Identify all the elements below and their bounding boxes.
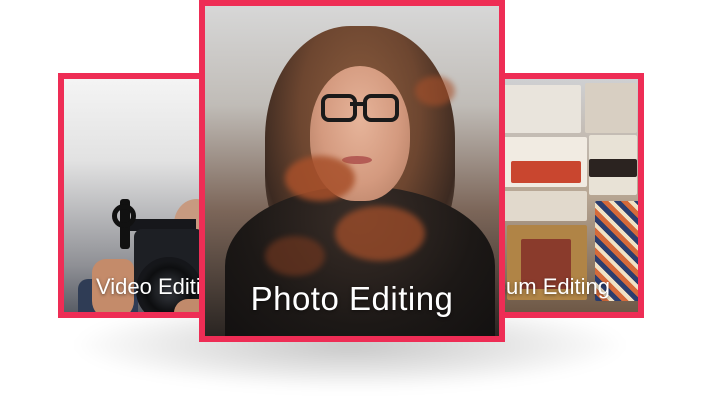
card-album-editing[interactable]: Album Editing — [497, 73, 644, 318]
camera-mic — [112, 204, 136, 228]
foreground-leaf — [415, 76, 455, 106]
foreground-leaf — [265, 236, 325, 276]
record-sleeve — [589, 159, 637, 177]
foreground-leaf — [285, 156, 355, 201]
record-sleeve — [585, 83, 637, 133]
card-video-editing[interactable]: Video Editing — [58, 73, 208, 318]
record-sleeve — [503, 191, 587, 221]
photo-lips — [342, 156, 372, 164]
glasses-bridge — [350, 102, 364, 106]
record-sleeve — [503, 85, 581, 133]
card-photo-editing[interactable]: Photo Editing — [199, 0, 505, 342]
foreground-leaf — [335, 206, 425, 261]
record-sleeve — [511, 161, 581, 183]
card-label: Album Editing — [497, 274, 610, 299]
glasses-lens — [321, 94, 357, 122]
card-label: Video Editing — [96, 274, 202, 299]
card-label: Photo Editing — [250, 280, 454, 317]
glasses-lens — [363, 94, 399, 122]
